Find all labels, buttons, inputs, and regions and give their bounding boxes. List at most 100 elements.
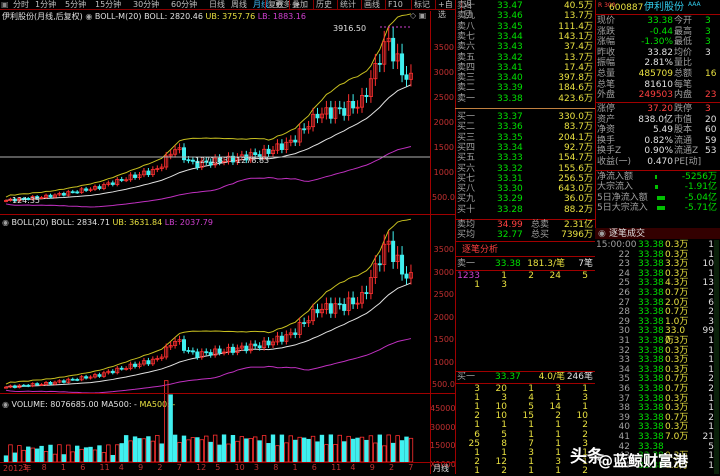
tick-cell <box>563 280 588 290</box>
trade-row: 33.38 <box>638 403 664 414</box>
candle <box>400 53 405 76</box>
flow-row: 5日净流入额 <box>597 192 648 203</box>
volume-bar <box>181 435 187 463</box>
trade-row: 1 <box>708 336 714 346</box>
settings-icon[interactable]: ◉ <box>598 229 606 239</box>
ask-level: 卖四 <box>457 62 476 73</box>
volume-bar <box>288 435 293 463</box>
text <box>455 256 595 257</box>
quote-row: 5.49 <box>652 125 673 136</box>
scrollbar[interactable] <box>714 240 719 474</box>
candle <box>302 128 307 131</box>
trade-row: 36 <box>618 384 630 394</box>
date-tick: 10 <box>234 463 245 472</box>
candle <box>404 273 409 279</box>
date-tick: 9 <box>369 463 375 472</box>
flow-bar <box>657 206 665 211</box>
ask-level: 33.44 <box>497 31 523 42</box>
trade-row: 33.38 <box>638 412 664 423</box>
trade-row: 28 <box>618 307 630 318</box>
flow-row: -5256万 <box>681 172 717 182</box>
trade-row: 3.3万 <box>665 259 689 270</box>
ask-level: 卖二 <box>457 83 476 94</box>
price-tick: 3000 <box>433 68 454 77</box>
flow-row: 净流入额 <box>597 172 634 182</box>
flow-row: 大宗流入 <box>597 182 634 193</box>
ask-level: 423.6万 <box>558 93 593 104</box>
trade-row: 3 <box>708 316 714 327</box>
date-tick: 11 <box>99 463 110 472</box>
candle <box>186 159 191 162</box>
quote-row: 最高 <box>674 26 693 37</box>
price-tick: 2000 <box>433 312 454 322</box>
flow-bar <box>655 175 657 179</box>
volume-bar <box>408 437 414 463</box>
trade-row: 33.38 <box>638 384 664 394</box>
date-tick: 7 <box>176 463 182 472</box>
volume-bar <box>341 441 347 463</box>
bid-level: 买七 <box>457 173 476 184</box>
trade-row: 33.38 <box>638 422 664 433</box>
candle <box>391 240 396 262</box>
period-label: 月线 <box>433 464 449 473</box>
bid-level: 33.28 <box>497 204 523 215</box>
trade-row: 33.38 <box>638 288 664 298</box>
trade-row: 4.3万 <box>665 278 689 289</box>
volume-bar <box>355 437 360 463</box>
trade-row: 24 <box>618 268 630 279</box>
trade-row: 1 <box>708 355 714 366</box>
volume-bar <box>128 440 133 463</box>
trade-row: 0.3万 <box>665 364 689 375</box>
rating-badge: AAA <box>688 1 701 8</box>
text <box>455 241 595 242</box>
volume-bar <box>168 394 173 463</box>
candle <box>253 343 258 347</box>
trade-row: 33.38 <box>638 278 664 289</box>
candle <box>342 108 347 116</box>
bid-level: 155.6万 <box>558 163 593 174</box>
volume-bar <box>110 454 115 463</box>
ask-level: 33.45 <box>497 21 523 32</box>
bid-level: 买十 <box>457 204 476 215</box>
trade-row: 33.38 <box>638 316 664 327</box>
volume-bar <box>75 445 80 463</box>
volume-bar <box>39 445 44 463</box>
ask-level: 111.4万 <box>558 21 593 32</box>
quote-row: 60 <box>705 125 717 136</box>
volume-bar <box>293 439 298 463</box>
candle <box>266 340 271 346</box>
ask-level: 13.7万 <box>563 52 593 63</box>
candle <box>12 385 17 388</box>
bid-level: 204.1万 <box>558 132 593 143</box>
candle <box>21 384 26 387</box>
bid-level: 买六 <box>457 163 476 174</box>
trade-row: 32 <box>618 345 630 356</box>
volume-bar <box>204 435 209 463</box>
candle <box>279 143 284 150</box>
trade-row: 1 <box>708 268 714 279</box>
trade-row: 30 <box>618 326 630 337</box>
tick-analysis-tab[interactable]: 逐笔分析 <box>462 245 498 255</box>
date-tick: 6 <box>311 463 317 472</box>
quote-row: 59 <box>705 135 717 146</box>
candle <box>364 292 369 295</box>
volume-bar <box>284 442 289 463</box>
flow-row: -5.71亿 <box>684 203 717 214</box>
trade-row: 2 <box>708 412 714 423</box>
quote-row: 均价 <box>674 47 693 58</box>
date-tick: 11 <box>331 463 342 472</box>
price-tick: 3500 <box>433 245 454 254</box>
candle <box>26 384 31 387</box>
trade-row: 33.0万 <box>665 326 686 347</box>
candle <box>97 186 102 189</box>
trade-row: 1 <box>708 345 714 356</box>
trade-row: 38 <box>618 403 630 414</box>
quote-row: 0.90% <box>644 146 673 157</box>
tick-cell: 1 <box>528 465 534 476</box>
volume-bar <box>186 439 191 463</box>
trades-title: 逐笔成交 <box>609 229 646 239</box>
candle <box>133 363 138 367</box>
quote-row: 23 <box>705 90 717 101</box>
bid-level: 33.29 <box>497 194 523 205</box>
lower-band <box>5 338 412 394</box>
